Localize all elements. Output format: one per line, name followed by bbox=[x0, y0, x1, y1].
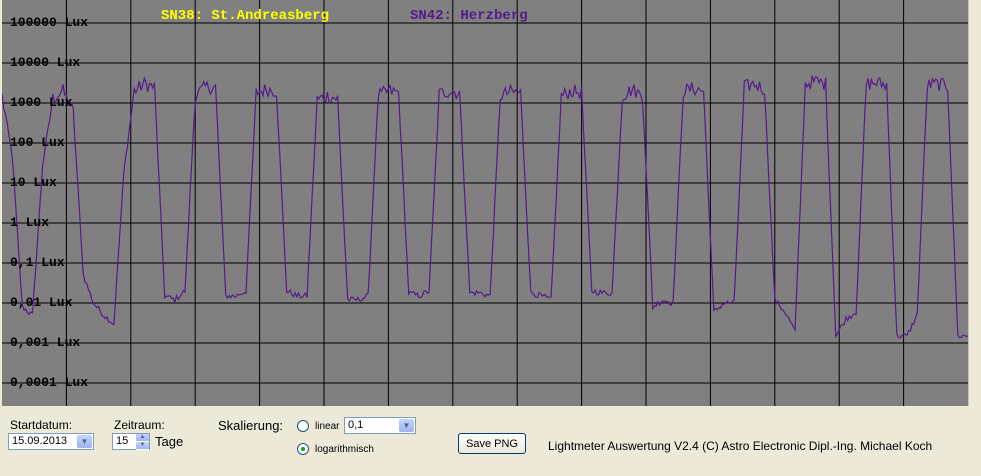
y-tick-label: 1 Lux bbox=[10, 215, 50, 230]
tage-label: Tage bbox=[155, 434, 184, 449]
radio-logarithmisch-label: logarithmisch bbox=[315, 444, 374, 455]
plot-background bbox=[2, 0, 968, 406]
vertical-scrollbar[interactable] bbox=[968, 0, 981, 406]
zeitraum-stepper[interactable]: 15 ▲ ▼ bbox=[112, 433, 150, 450]
startdatum-label: Startdatum: bbox=[10, 418, 73, 432]
y-tick-label: 10 Lux bbox=[10, 175, 57, 190]
y-tick-label: 0,1 Lux bbox=[10, 255, 65, 270]
legend-sn38: SN38: St.Andreasberg bbox=[161, 8, 330, 24]
save-png-button[interactable]: Save PNG bbox=[458, 433, 526, 454]
linear-scale-value: 0,1 bbox=[348, 419, 364, 431]
startdatum-value: 15.09.2013 bbox=[12, 435, 68, 447]
y-tick-label: 0,01 Lux bbox=[10, 295, 73, 310]
radio-linear[interactable] bbox=[297, 420, 309, 432]
spin-up-icon[interactable]: ▲ bbox=[136, 434, 149, 442]
y-tick-label: 10000 Lux bbox=[10, 55, 81, 70]
spin-down-icon[interactable]: ▼ bbox=[136, 442, 149, 450]
zeitraum-label: Zeitraum: bbox=[114, 418, 165, 432]
zeitraum-value: 15 bbox=[116, 435, 129, 447]
y-tick-label: 0,0001 Lux bbox=[10, 375, 89, 390]
chevron-down-icon[interactable]: ▼ bbox=[77, 435, 92, 448]
y-tick-label: 1000 Lux bbox=[10, 95, 73, 110]
chevron-down-icon[interactable]: ▼ bbox=[399, 419, 414, 432]
legend-sn42: SN42: Herzberg bbox=[410, 8, 528, 24]
light-plot: 100000 Lux 10000 Lux 1000 Lux 100 Lux 10 Lux… bbox=[2, 0, 968, 406]
y-tick-label: 100000 Lux bbox=[10, 15, 89, 30]
radio-logarithmisch[interactable] bbox=[297, 443, 309, 455]
plot-canvas bbox=[2, 0, 968, 406]
linear-scale-dropdown[interactable]: 0,1 ▼ bbox=[344, 417, 416, 434]
y-tick-label: 100 Lux bbox=[10, 135, 65, 150]
skalierung-label: Skalierung: bbox=[218, 418, 284, 433]
credit-text: Lightmeter Auswertung V2.4 (C) Astro Ele… bbox=[548, 439, 933, 453]
startdatum-dropdown[interactable]: 15.09.2013 ▼ bbox=[8, 433, 94, 450]
radio-linear-label: linear bbox=[315, 421, 340, 432]
y-tick-label: 0,001 Lux bbox=[10, 335, 81, 350]
